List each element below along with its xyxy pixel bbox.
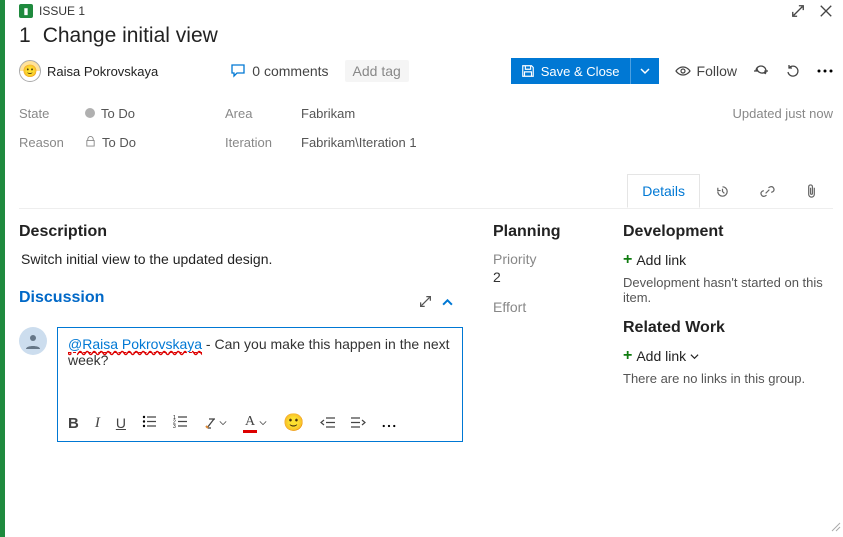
emoji-button[interactable]: 🙂 xyxy=(283,413,304,433)
reason-label: Reason xyxy=(19,135,85,150)
discussion-editor[interactable]: @Raisa Pokrovskaya - Can you make this h… xyxy=(57,327,463,442)
bullet-list-button[interactable] xyxy=(142,415,157,431)
priority-value[interactable]: 2 xyxy=(493,269,593,285)
save-dropdown[interactable] xyxy=(630,58,659,84)
discussion-expand-icon[interactable] xyxy=(419,295,432,311)
description-heading: Description xyxy=(19,223,463,241)
history-icon xyxy=(715,184,730,199)
save-button[interactable]: Save & Close xyxy=(511,58,630,84)
development-empty-text: Development hasn't started on this item. xyxy=(623,275,833,305)
resize-handle[interactable] xyxy=(829,519,841,535)
tab-history[interactable] xyxy=(700,174,745,208)
chevron-down-icon xyxy=(640,66,650,76)
tab-details[interactable]: Details xyxy=(627,174,700,208)
toolbar-more-button[interactable] xyxy=(382,415,396,431)
area-value[interactable]: Fabrikam xyxy=(301,106,733,121)
eye-icon xyxy=(675,63,691,79)
more-icon[interactable] xyxy=(817,69,833,73)
clear-format-button[interactable] xyxy=(204,417,227,430)
user-name: Raisa Pokrovskaya xyxy=(47,64,158,79)
title-number: 1 xyxy=(19,24,31,47)
plus-icon: + xyxy=(623,251,632,269)
font-color-button[interactable]: A xyxy=(243,414,267,433)
effort-label: Effort xyxy=(493,299,593,315)
related-empty-text: There are no links in this group. xyxy=(623,371,833,386)
number-list-button[interactable]: 123 xyxy=(173,415,188,431)
comment-icon xyxy=(230,63,246,79)
svg-text:3: 3 xyxy=(173,424,176,428)
state-label: State xyxy=(19,106,85,121)
state-dot-icon xyxy=(85,108,95,118)
assignee[interactable]: 🙂 Raisa Pokrovskaya xyxy=(19,60,158,82)
refresh-icon[interactable] xyxy=(753,63,769,79)
reason-value[interactable]: To Do xyxy=(85,135,225,150)
person-icon xyxy=(23,331,43,351)
outdent-button[interactable] xyxy=(320,415,335,431)
issue-type-icon: ▮ xyxy=(19,4,33,18)
updated-label: Updated just now xyxy=(733,106,833,121)
planning-heading: Planning xyxy=(493,223,593,241)
add-tag-button[interactable]: Add tag xyxy=(345,60,409,82)
discussion-heading: Discussion xyxy=(19,289,104,307)
tab-attachments[interactable] xyxy=(790,174,833,208)
close-icon[interactable] xyxy=(819,4,833,18)
undo-icon[interactable] xyxy=(785,63,801,79)
iteration-label: Iteration xyxy=(225,135,301,150)
priority-label: Priority xyxy=(493,251,593,267)
tab-links[interactable] xyxy=(745,174,790,208)
link-icon xyxy=(760,184,775,199)
save-icon xyxy=(521,64,535,78)
bold-button[interactable]: B xyxy=(68,415,79,432)
italic-button[interactable]: I xyxy=(95,415,100,432)
underline-button[interactable]: U xyxy=(116,415,126,431)
iteration-value[interactable]: Fabrikam\Iteration 1 xyxy=(301,135,733,150)
discussion-avatar xyxy=(19,327,47,355)
plus-icon: + xyxy=(623,347,632,365)
follow-button[interactable]: Follow xyxy=(675,63,737,79)
page-title: 1 Change initial view xyxy=(19,24,833,48)
chevron-down-icon xyxy=(690,352,699,361)
title-text[interactable]: Change initial view xyxy=(43,24,218,47)
area-label: Area xyxy=(225,106,301,121)
comments-count[interactable]: 0 comments xyxy=(230,63,328,79)
related-add-link-button[interactable]: +Add link xyxy=(623,347,833,365)
expand-icon[interactable] xyxy=(791,4,805,18)
lock-icon xyxy=(85,136,96,147)
dev-add-link-button[interactable]: +Add link xyxy=(623,251,833,269)
indent-button[interactable] xyxy=(351,415,366,431)
development-heading: Development xyxy=(623,223,833,241)
issue-id-label: ISSUE 1 xyxy=(39,4,85,18)
attachment-icon xyxy=(805,184,818,199)
discussion-collapse-icon[interactable] xyxy=(442,295,453,311)
related-heading: Related Work xyxy=(623,319,833,337)
state-value[interactable]: To Do xyxy=(85,106,225,121)
mention[interactable]: @Raisa Pokrovskaya xyxy=(68,336,202,353)
description-body[interactable]: Switch initial view to the updated desig… xyxy=(21,251,463,267)
user-avatar: 🙂 xyxy=(19,60,41,82)
